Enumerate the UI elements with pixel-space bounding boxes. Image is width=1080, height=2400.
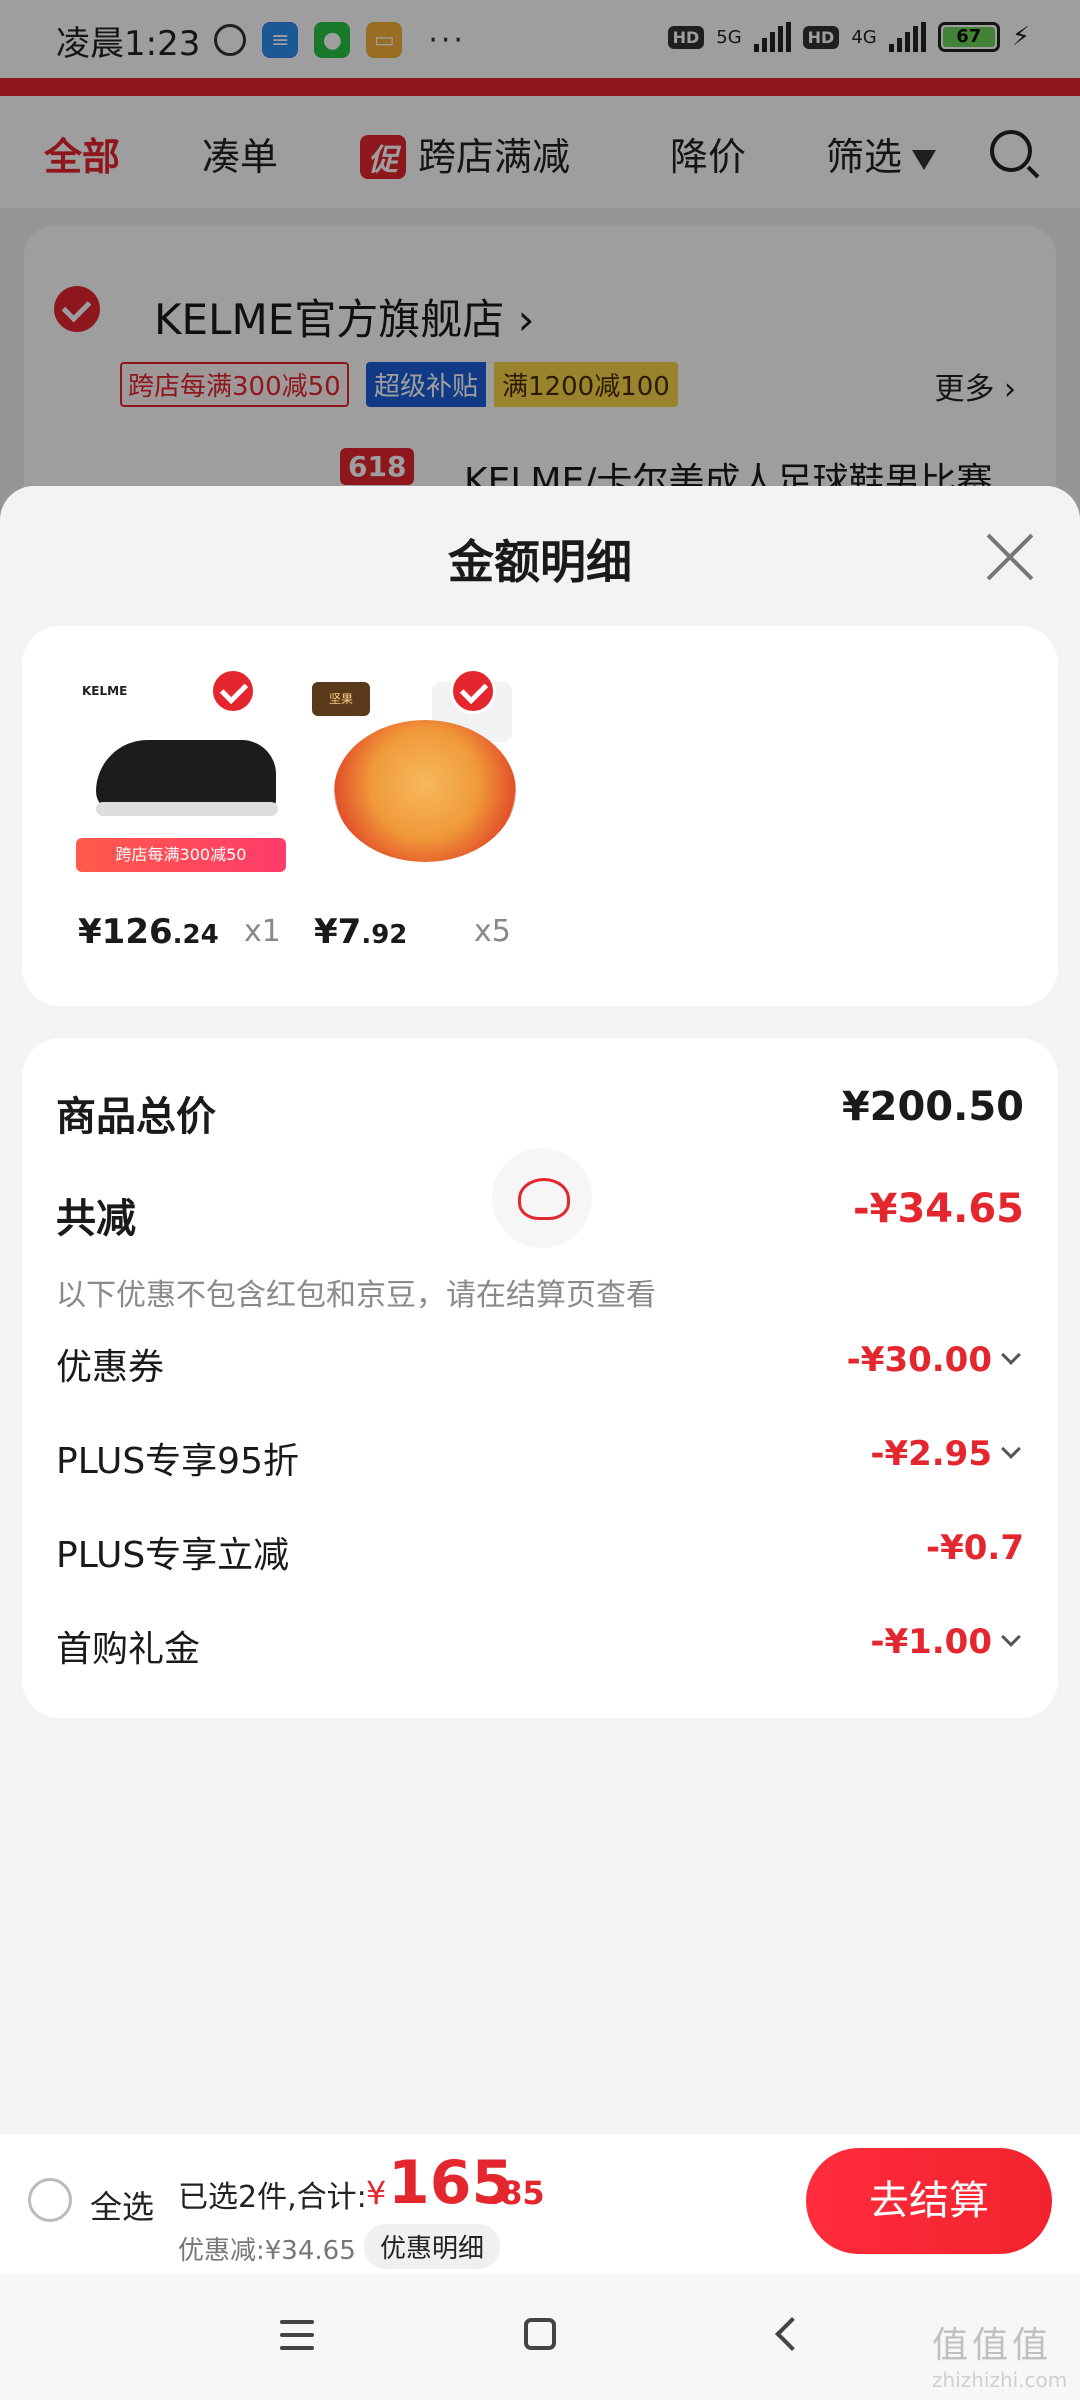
kelme-logo: KELME [82,684,128,698]
discount-detail-button[interactable]: 优惠明细 [364,2224,501,2269]
discount-summary: 优惠减:¥34.65 [178,2236,356,2266]
first-purchase-label[interactable]: 首购礼金 [56,1620,200,1672]
shoe-check-icon[interactable] [210,668,256,714]
amount-detail-sheet: 金额明细 KELME 跨店每满300减50 坚果 ¥126.24 x1 ¥7.9… [0,486,1080,2400]
brand-logo: 坚果 [312,682,370,716]
first-purchase-chevron-icon[interactable] [1001,1627,1021,1647]
plus-95-chevron-icon[interactable] [1001,1439,1021,1459]
total-price-label: 商品总价 [56,1094,216,1140]
total-amount-cents: .85 [488,2174,545,2212]
peanut-price: ¥7.92 [314,912,408,952]
select-all-label[interactable]: 全选 [90,2182,154,2228]
select-all-radio[interactable] [28,2178,72,2222]
total-price-value: ¥200.50 [841,1084,1024,1130]
plus-95-value[interactable]: -¥2.95 [870,1434,992,1474]
shoe-sole [96,802,278,816]
back-icon[interactable] [775,2317,809,2351]
total-reduce-label: 共减 [56,1196,136,1242]
first-purchase-value[interactable]: -¥1.00 [870,1622,992,1662]
selected-products-card: KELME 跨店每满300减50 坚果 ¥126.24 x1 ¥7.92 x5 [22,626,1058,1006]
selection-summary: 已选2件,合计: [178,2180,367,2215]
loading-mascot-icon [492,1148,592,1248]
coupon-label[interactable]: 优惠券 [56,1338,164,1390]
shoe-price: ¥126.24 [78,912,219,952]
product-thumb-shoe[interactable]: KELME 跨店每满300减50 [76,678,286,874]
shoe-promo-banner: 跨店每满300减50 [76,838,286,872]
plus-reduce-value: -¥0.7 [926,1528,1024,1568]
product-thumb-peanut[interactable]: 坚果 [312,678,522,874]
cart-bottom-bar: 全选 已选2件,合计: ¥ 165 .85 优惠减:¥34.65 优惠明细 去结… [0,2134,1080,2274]
recents-menu-icon[interactable] [280,2320,314,2350]
system-nav-bar [0,2274,1080,2400]
total-reduce-value: -¥34.65 [853,1186,1024,1232]
amount-breakdown-card: 商品总价 ¥200.50 共减 -¥34.65 以下优惠不包含红包和京豆，请在结… [22,1038,1058,1718]
sheet-title: 金额明细 [448,535,632,589]
home-icon[interactable] [524,2318,556,2350]
close-icon[interactable] [984,530,1036,582]
peanut-image [334,720,516,862]
peanut-qty: x5 [474,914,511,949]
plus-95-label[interactable]: PLUS专享95折 [56,1432,299,1484]
checkout-button[interactable]: 去结算 [806,2148,1052,2254]
total-currency: ¥ [366,2174,387,2212]
peanut-check-icon[interactable] [450,668,496,714]
shoe-qty: x1 [244,914,281,949]
discount-note: 以下优惠不包含红包和京豆，请在结算页查看 [56,1278,656,1313]
coupon-value[interactable]: -¥30.00 [847,1340,992,1380]
coupon-chevron-icon[interactable] [1001,1345,1021,1365]
plus-reduce-label: PLUS专享立减 [56,1535,290,1576]
site-watermark: 值值值 [932,2325,1053,2366]
site-watermark-url: zhizhizhi.com [932,2368,1068,2392]
